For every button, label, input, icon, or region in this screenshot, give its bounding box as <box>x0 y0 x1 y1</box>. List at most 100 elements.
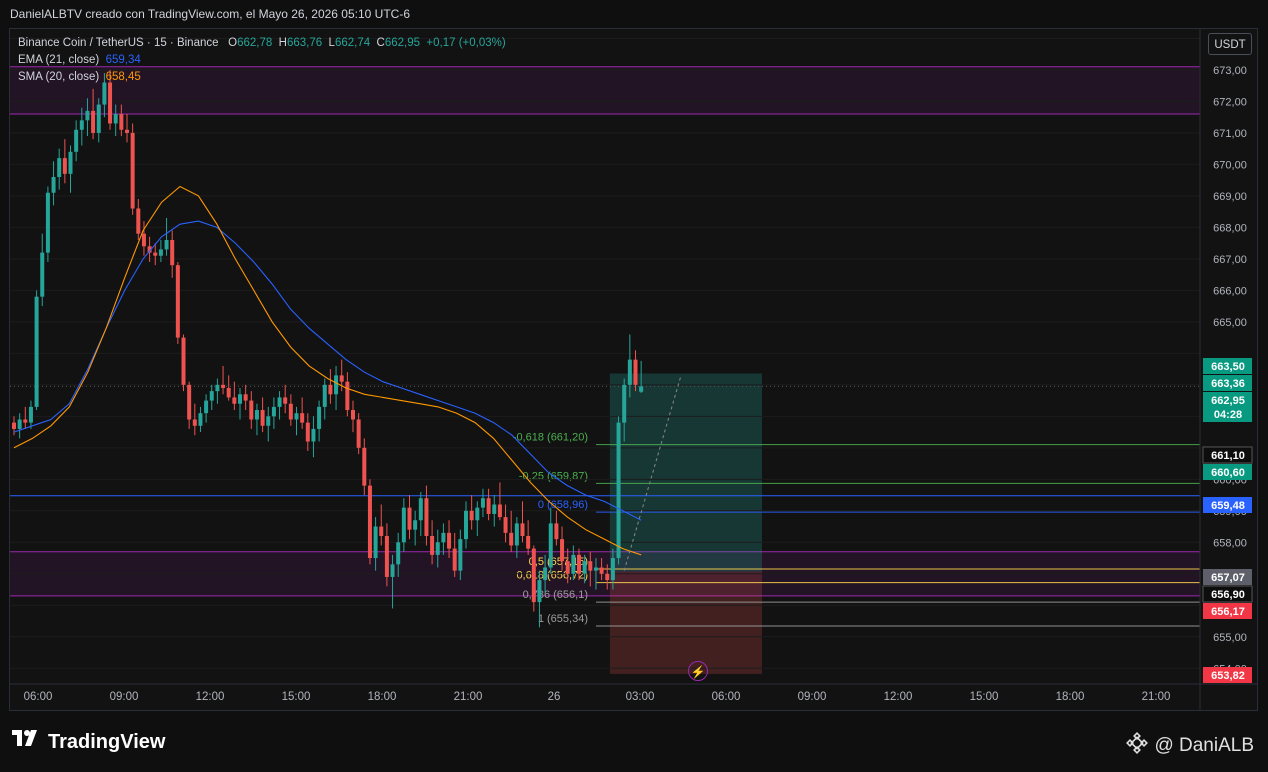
price-label: 663,50 <box>1203 358 1252 374</box>
sma-label: SMA (20, close) <box>18 71 100 83</box>
chart-legend: Binance Coin / TetherUS · 15 · Binance O… <box>18 35 506 86</box>
price-label: 661,10 <box>1202 446 1253 464</box>
time-tick-label: 12:00 <box>196 691 225 703</box>
candle-body <box>226 387 231 398</box>
candle-body <box>543 567 548 581</box>
change-value: +0,17 (+0,03%) <box>426 37 506 49</box>
candle-body <box>96 104 101 133</box>
candle-body <box>175 265 180 338</box>
candle-body <box>339 375 344 382</box>
candle-body <box>367 485 372 559</box>
candle-body <box>271 406 276 417</box>
candle-body <box>379 526 384 536</box>
high-label: H <box>278 37 287 49</box>
close-value: 662,95 <box>384 37 421 49</box>
legend-sma-row[interactable]: SMA (20, close) 658,45 <box>18 69 506 86</box>
candle-body <box>503 517 508 533</box>
price-label: 659,48 <box>1203 497 1252 513</box>
candle-body <box>610 558 615 581</box>
sma-20-line <box>13 185 642 556</box>
price-tick-label: 655,00 <box>1213 632 1247 644</box>
candle-body <box>311 428 316 442</box>
candle-body <box>113 114 118 124</box>
fib-level-label: -0,618 (661,20) <box>513 432 588 444</box>
candle-body <box>215 384 220 392</box>
candle-body <box>12 422 16 429</box>
candle-body <box>192 419 197 426</box>
open-label: O <box>228 37 238 49</box>
price-tick-label: 670,00 <box>1213 159 1247 171</box>
candle-body <box>125 129 129 133</box>
price-label-text: 662,95 <box>1211 395 1245 407</box>
author-name: @ DaniALB <box>1154 735 1254 756</box>
price-chart[interactable]: -0,618 (661,20)-0,25 (659,87)0 (658,96)0… <box>0 0 1268 772</box>
candle-body <box>633 359 638 385</box>
candle-body <box>356 419 361 448</box>
low-value: 662,74 <box>334 37 371 49</box>
price-tick-label: 671,00 <box>1213 128 1247 140</box>
candle-body <box>605 573 610 581</box>
time-tick-label: 09:00 <box>798 691 827 703</box>
candle-body <box>243 394 248 401</box>
time-tick-label: 09:00 <box>110 691 139 703</box>
price-label-text: 663,36 <box>1211 378 1245 390</box>
price-label-text: 660,60 <box>1211 467 1245 479</box>
price-tick-label: 672,00 <box>1213 96 1247 108</box>
lightning-icon[interactable]: ⚡ <box>688 661 708 681</box>
candle-body <box>351 410 355 420</box>
price-label-text: 04:28 <box>1214 409 1242 421</box>
currency-button[interactable]: USDT <box>1208 33 1252 55</box>
candle-body <box>158 249 163 256</box>
candle-body <box>153 252 158 256</box>
candle-body <box>390 564 395 577</box>
brand-name: TradingView <box>48 730 166 753</box>
candle-body <box>497 504 502 518</box>
candle-body <box>622 384 627 423</box>
candle-body <box>62 158 67 174</box>
candle-body <box>509 532 514 546</box>
price-tick-label: 658,00 <box>1213 537 1247 549</box>
time-tick-label: 18:00 <box>1056 691 1085 703</box>
symbol-label[interactable]: Binance Coin / TetherUS · 15 · Binance <box>18 37 219 49</box>
candle-body <box>334 375 339 395</box>
price-tick-label: 673,00 <box>1213 65 1247 77</box>
candle-body <box>554 523 559 540</box>
price-label-text: 653,82 <box>1211 670 1245 682</box>
candle-body <box>238 394 242 404</box>
candle-body <box>119 114 124 130</box>
time-tick-label: 15:00 <box>970 691 999 703</box>
price-label: 662,95 <box>1203 392 1252 408</box>
candle-body <box>181 337 186 385</box>
candle-body <box>266 416 271 426</box>
candle-body <box>418 498 423 521</box>
fib-level-label: 1 (655,34) <box>538 613 588 625</box>
price-label: 653,82 <box>1203 667 1252 683</box>
candle-body <box>548 523 553 568</box>
legend-ema-row[interactable]: EMA (21, close) 659,34 <box>18 52 506 69</box>
candle-body <box>204 400 209 414</box>
ema-value: 659,34 <box>105 54 141 66</box>
candle-body <box>136 208 141 234</box>
candle-body <box>17 419 22 429</box>
candle-body <box>130 132 135 209</box>
candle-body <box>514 523 519 546</box>
candle-body <box>526 535 531 549</box>
time-tick-label: 26 <box>548 691 561 703</box>
candle-body <box>582 561 587 574</box>
candle-body <box>599 567 604 574</box>
price-tick-label: 668,00 <box>1213 222 1247 234</box>
price-tick-label: 665,00 <box>1213 317 1247 329</box>
candle-body <box>317 406 322 429</box>
candle-body <box>91 110 96 133</box>
candle-body <box>560 539 565 562</box>
candle-body <box>565 561 570 574</box>
price-label-text: 661,10 <box>1211 450 1245 462</box>
price-label: 660,60 <box>1203 464 1252 480</box>
candle-body <box>413 520 418 530</box>
time-tick-label: 21:00 <box>1142 691 1171 703</box>
price-label: 656,90 <box>1202 585 1253 603</box>
candle-body <box>401 507 406 543</box>
candle-body <box>480 498 485 508</box>
price-label: 657,07 <box>1203 569 1252 585</box>
candle-body <box>288 403 293 420</box>
